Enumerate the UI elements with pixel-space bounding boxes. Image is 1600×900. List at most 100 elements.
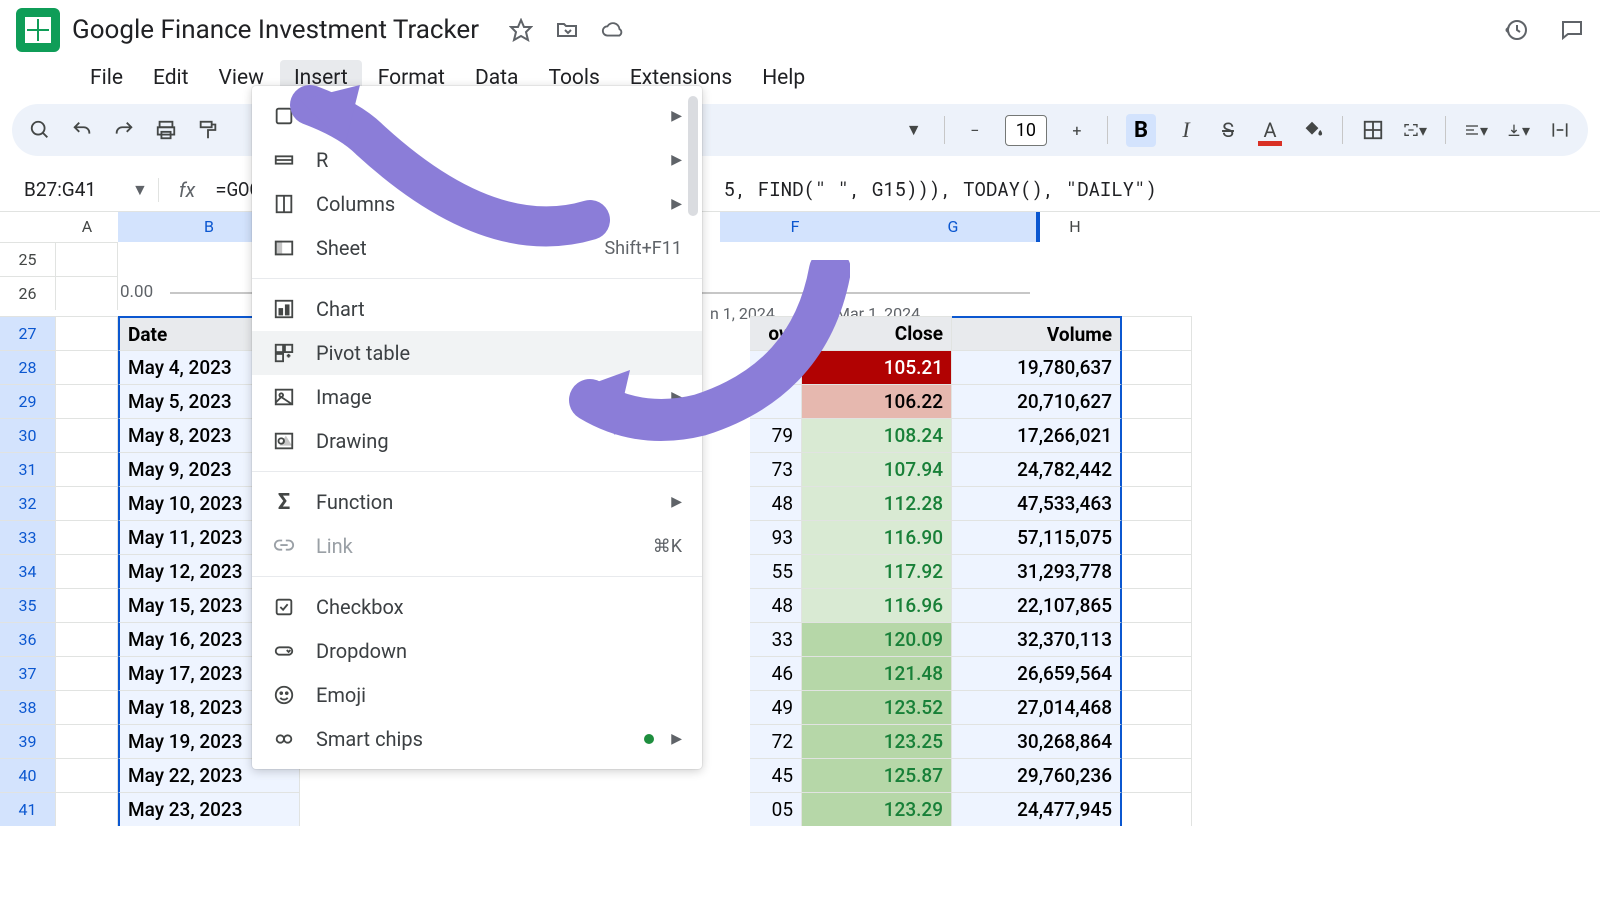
- col-header-g[interactable]: G: [870, 212, 1040, 242]
- cell-close[interactable]: 116.96: [802, 588, 952, 622]
- font-size-increase-icon[interactable]: +: [1065, 118, 1089, 142]
- formula-input-right[interactable]: 5, FIND(" ", G15))), TODAY(), "DAILY"): [724, 177, 1157, 202]
- cell[interactable]: [56, 316, 118, 350]
- cell[interactable]: [56, 418, 118, 452]
- menu-chart[interactable]: Chart: [252, 287, 702, 331]
- cell[interactable]: [56, 656, 118, 690]
- font-size-input[interactable]: 10: [1005, 115, 1047, 146]
- row-header[interactable]: 38: [0, 690, 56, 724]
- menu-checkbox[interactable]: Checkbox: [252, 585, 702, 629]
- cell[interactable]: [56, 554, 118, 588]
- cell-close[interactable]: 123.52: [802, 690, 952, 724]
- cell-volume[interactable]: 31,293,778: [952, 554, 1122, 588]
- valign-button[interactable]: ▾: [1506, 118, 1530, 142]
- cell[interactable]: [56, 384, 118, 418]
- menu-file[interactable]: File: [76, 60, 137, 96]
- text-color-button[interactable]: A: [1258, 118, 1282, 142]
- sheets-logo[interactable]: [16, 8, 60, 52]
- row-header[interactable]: 39: [0, 724, 56, 758]
- select-all-corner[interactable]: [0, 212, 56, 242]
- row-header[interactable]: 30: [0, 418, 56, 452]
- cell-close[interactable]: 112.28: [802, 486, 952, 520]
- strikethrough-button[interactable]: S: [1216, 118, 1240, 142]
- menu-help[interactable]: Help: [748, 60, 819, 96]
- row-header[interactable]: 27: [0, 316, 56, 350]
- cell[interactable]: [56, 758, 118, 792]
- cell[interactable]: [56, 242, 118, 276]
- cell[interactable]: [1122, 384, 1192, 418]
- cloud-status-icon[interactable]: [601, 18, 625, 42]
- cell-low[interactable]: 05: [750, 792, 802, 826]
- cell[interactable]: [1122, 690, 1192, 724]
- cell[interactable]: [1122, 316, 1192, 350]
- menu-smartchips[interactable]: Smart chips▶: [252, 717, 702, 761]
- cell-close[interactable]: 116.90: [802, 520, 952, 554]
- halign-button[interactable]: ▾: [1464, 118, 1488, 142]
- cell-volume[interactable]: 30,268,864: [952, 724, 1122, 758]
- cell-close[interactable]: Close: [802, 316, 952, 350]
- cell-close[interactable]: 105.21: [802, 350, 952, 384]
- row-header[interactable]: 32: [0, 486, 56, 520]
- cell[interactable]: [56, 350, 118, 384]
- row-header[interactable]: 37: [0, 656, 56, 690]
- menu-image[interactable]: Image▶: [252, 375, 702, 419]
- cell[interactable]: [1122, 792, 1192, 826]
- cell-low[interactable]: 49: [750, 690, 802, 724]
- cell-volume[interactable]: 27,014,468: [952, 690, 1122, 724]
- italic-button[interactable]: I: [1174, 118, 1198, 142]
- menu-cells[interactable]: ▶: [252, 94, 702, 138]
- cell[interactable]: [56, 690, 118, 724]
- cell[interactable]: [1122, 486, 1192, 520]
- cell[interactable]: [1122, 418, 1192, 452]
- row-header[interactable]: 28: [0, 350, 56, 384]
- undo-icon[interactable]: [70, 118, 94, 142]
- cell-close[interactable]: 108.24: [802, 418, 952, 452]
- cell-volume[interactable]: 19,780,637: [952, 350, 1122, 384]
- row-header[interactable]: 34: [0, 554, 56, 588]
- cell-close[interactable]: 123.25: [802, 724, 952, 758]
- cell-low[interactable]: ow: [750, 316, 802, 350]
- cell-close[interactable]: 117.92: [802, 554, 952, 588]
- cell-volume[interactable]: 20,710,627: [952, 384, 1122, 418]
- cell[interactable]: [1122, 452, 1192, 486]
- search-icon[interactable]: [28, 118, 52, 142]
- row-header[interactable]: 25: [0, 242, 56, 276]
- cell-low[interactable]: 72: [750, 724, 802, 758]
- col-header-a[interactable]: A: [56, 212, 118, 242]
- menu-function[interactable]: ΣFunction▶: [252, 480, 702, 524]
- cell[interactable]: [56, 452, 118, 486]
- cell-volume[interactable]: 24,477,945: [952, 792, 1122, 826]
- row-header[interactable]: 35: [0, 588, 56, 622]
- row-header[interactable]: 36: [0, 622, 56, 656]
- bold-button[interactable]: B: [1126, 114, 1156, 147]
- cell[interactable]: [56, 486, 118, 520]
- cell-low[interactable]: 48: [750, 486, 802, 520]
- name-box-dropdown-icon[interactable]: ▼: [132, 180, 148, 200]
- menu-link[interactable]: Link⌘K: [252, 524, 702, 568]
- cell-low[interactable]: 55: [750, 554, 802, 588]
- cell-volume[interactable]: 26,659,564: [952, 656, 1122, 690]
- row-header[interactable]: 33: [0, 520, 56, 554]
- fill-color-button[interactable]: [1300, 118, 1324, 142]
- row-header[interactable]: 31: [0, 452, 56, 486]
- cell-volume[interactable]: 17,266,021: [952, 418, 1122, 452]
- menu-drawing[interactable]: Drawing: [252, 419, 702, 463]
- cell-volume[interactable]: 57,115,075: [952, 520, 1122, 554]
- row-header[interactable]: 29: [0, 384, 56, 418]
- cell-low[interactable]: 93: [750, 520, 802, 554]
- cell-low[interactable]: [750, 384, 802, 418]
- menu-rows[interactable]: R▶: [252, 138, 702, 182]
- print-icon[interactable]: [154, 118, 178, 142]
- cell[interactable]: [56, 792, 118, 826]
- cell[interactable]: [1122, 656, 1192, 690]
- redo-icon[interactable]: [112, 118, 136, 142]
- row-header[interactable]: 26: [0, 276, 56, 310]
- cell-close[interactable]: 120.09: [802, 622, 952, 656]
- menu-pivot[interactable]: Pivot table: [252, 331, 702, 375]
- col-header-f[interactable]: F: [720, 212, 870, 242]
- cell[interactable]: [56, 622, 118, 656]
- comments-icon[interactable]: [1560, 18, 1584, 42]
- cell[interactable]: [1122, 554, 1192, 588]
- paint-format-icon[interactable]: [196, 118, 220, 142]
- cell[interactable]: [1122, 350, 1192, 384]
